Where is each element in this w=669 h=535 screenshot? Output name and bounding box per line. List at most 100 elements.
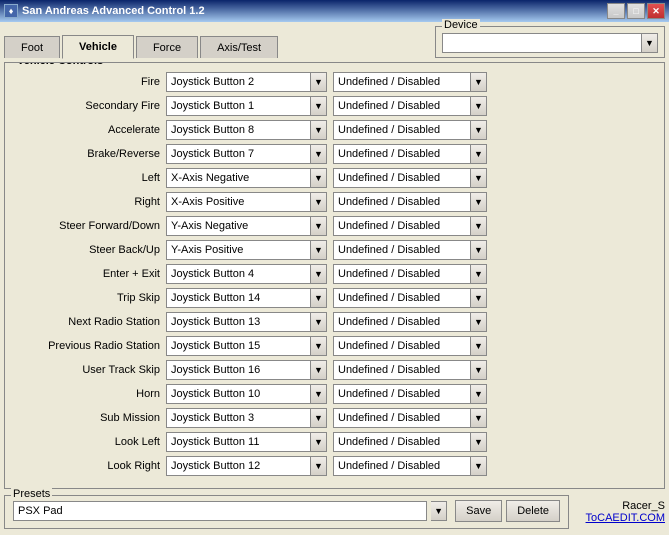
control-secondary-input-0[interactable]	[333, 72, 471, 92]
control-secondary-dropdown-7[interactable]: ▼	[471, 240, 487, 260]
control-primary-input-15[interactable]	[166, 432, 311, 452]
control-primary-dropdown-16[interactable]: ▼	[311, 456, 327, 476]
control-secondary-dropdown-13[interactable]: ▼	[471, 384, 487, 404]
control-secondary-dropdown-11[interactable]: ▼	[471, 336, 487, 356]
control-secondary-dropdown-5[interactable]: ▼	[471, 192, 487, 212]
control-primary-dropdown-11[interactable]: ▼	[311, 336, 327, 356]
device-select[interactable]	[442, 33, 642, 53]
control-label-13: Horn	[11, 388, 166, 400]
control-secondary-input-1[interactable]	[333, 96, 471, 116]
control-primary-input-4[interactable]	[166, 168, 311, 188]
control-secondary-dropdown-16[interactable]: ▼	[471, 456, 487, 476]
control-secondary-dropdown-8[interactable]: ▼	[471, 264, 487, 284]
title-bar: ♦ San Andreas Advanced Control 1.2 _ □ ✕	[0, 0, 669, 22]
control-secondary-dropdown-3[interactable]: ▼	[471, 144, 487, 164]
control-secondary-input-2[interactable]	[333, 120, 471, 140]
control-primary-input-9[interactable]	[166, 288, 311, 308]
control-secondary-dropdown-12[interactable]: ▼	[471, 360, 487, 380]
control-primary-input-12[interactable]	[166, 360, 311, 380]
presets-input[interactable]	[13, 501, 427, 521]
control-secondary-dropdown-4[interactable]: ▼	[471, 168, 487, 188]
close-button[interactable]: ✕	[647, 3, 665, 19]
control-primary-dropdown-13[interactable]: ▼	[311, 384, 327, 404]
control-label-10: Next Radio Station	[11, 316, 166, 328]
control-row: Steer Forward/Down ▼ ▼	[11, 215, 658, 237]
control-primary-dropdown-6[interactable]: ▼	[311, 216, 327, 236]
control-secondary-dropdown-9[interactable]: ▼	[471, 288, 487, 308]
control-secondary-input-12[interactable]	[333, 360, 471, 380]
control-secondary-input-15[interactable]	[333, 432, 471, 452]
maximize-button[interactable]: □	[627, 3, 645, 19]
control-primary-input-7[interactable]	[166, 240, 311, 260]
control-primary-dropdown-8[interactable]: ▼	[311, 264, 327, 284]
control-secondary-dropdown-6[interactable]: ▼	[471, 216, 487, 236]
control-primary-dropdown-15[interactable]: ▼	[311, 432, 327, 452]
control-primary-input-6[interactable]	[166, 216, 311, 236]
window-body: Foot Vehicle Force Axis/Test Device ▼ Ve…	[0, 22, 669, 535]
control-label-0: Fire	[11, 76, 166, 88]
control-secondary-input-16[interactable]	[333, 456, 471, 476]
control-secondary-dropdown-10[interactable]: ▼	[471, 312, 487, 332]
device-dropdown-button[interactable]: ▼	[642, 33, 658, 53]
control-primary-input-8[interactable]	[166, 264, 311, 284]
presets-group: Presets ▼ Save Delete	[4, 495, 569, 529]
control-primary-dropdown-3[interactable]: ▼	[311, 144, 327, 164]
control-primary-input-5[interactable]	[166, 192, 311, 212]
tab-foot[interactable]: Foot	[4, 36, 60, 58]
control-secondary-input-11[interactable]	[333, 336, 471, 356]
control-row: Trip Skip ▼ ▼	[11, 287, 658, 309]
control-label-7: Steer Back/Up	[11, 244, 166, 256]
control-secondary-input-5[interactable]	[333, 192, 471, 212]
control-primary-dropdown-12[interactable]: ▼	[311, 360, 327, 380]
tab-vehicle[interactable]: Vehicle	[62, 35, 134, 59]
control-secondary-input-14[interactable]	[333, 408, 471, 428]
control-secondary-input-9[interactable]	[333, 288, 471, 308]
control-secondary-input-3[interactable]	[333, 144, 471, 164]
control-primary-input-3[interactable]	[166, 144, 311, 164]
control-secondary-dropdown-0[interactable]: ▼	[471, 72, 487, 92]
control-primary-dropdown-9[interactable]: ▼	[311, 288, 327, 308]
tab-axis-test[interactable]: Axis/Test	[200, 36, 278, 58]
control-primary-dropdown-4[interactable]: ▼	[311, 168, 327, 188]
bottom-bar: Presets ▼ Save Delete Racer_S ToCAEDIT.C…	[4, 493, 665, 531]
control-secondary-dropdown-14[interactable]: ▼	[471, 408, 487, 428]
device-select-wrapper: ▼	[442, 33, 658, 53]
control-primary-dropdown-10[interactable]: ▼	[311, 312, 327, 332]
controls-scroll-area[interactable]: Fire ▼ ▼ Secondary Fire ▼ ▼ Accelerate ▼…	[5, 63, 664, 488]
control-primary-input-16[interactable]	[166, 456, 311, 476]
control-primary-input-14[interactable]	[166, 408, 311, 428]
control-secondary-dropdown-1[interactable]: ▼	[471, 96, 487, 116]
control-primary-dropdown-1[interactable]: ▼	[311, 96, 327, 116]
credit-link[interactable]: ToCAEDIT.COM	[575, 512, 665, 524]
control-primary-input-10[interactable]	[166, 312, 311, 332]
control-secondary-input-13[interactable]	[333, 384, 471, 404]
control-secondary-dropdown-2[interactable]: ▼	[471, 120, 487, 140]
control-label-6: Steer Forward/Down	[11, 220, 166, 232]
control-primary-dropdown-2[interactable]: ▼	[311, 120, 327, 140]
presets-dropdown-button[interactable]: ▼	[431, 501, 447, 521]
control-label-1: Secondary Fire	[11, 100, 166, 112]
minimize-button[interactable]: _	[607, 3, 625, 19]
save-button[interactable]: Save	[455, 500, 502, 522]
control-secondary-input-7[interactable]	[333, 240, 471, 260]
control-secondary-input-4[interactable]	[333, 168, 471, 188]
control-primary-dropdown-5[interactable]: ▼	[311, 192, 327, 212]
tab-force[interactable]: Force	[136, 36, 198, 58]
control-primary-input-11[interactable]	[166, 336, 311, 356]
control-secondary-input-8[interactable]	[333, 264, 471, 284]
control-primary-input-1[interactable]	[166, 96, 311, 116]
control-row: Previous Radio Station ▼ ▼	[11, 335, 658, 357]
control-primary-input-13[interactable]	[166, 384, 311, 404]
control-primary-dropdown-7[interactable]: ▼	[311, 240, 327, 260]
control-row: Horn ▼ ▼	[11, 383, 658, 405]
control-secondary-input-10[interactable]	[333, 312, 471, 332]
control-row: Fire ▼ ▼	[11, 71, 658, 93]
control-primary-input-2[interactable]	[166, 120, 311, 140]
control-primary-input-0[interactable]	[166, 72, 311, 92]
control-secondary-input-6[interactable]	[333, 216, 471, 236]
control-primary-dropdown-14[interactable]: ▼	[311, 408, 327, 428]
delete-button[interactable]: Delete	[506, 500, 560, 522]
control-primary-dropdown-0[interactable]: ▼	[311, 72, 327, 92]
control-secondary-dropdown-15[interactable]: ▼	[471, 432, 487, 452]
control-label-4: Left	[11, 172, 166, 184]
